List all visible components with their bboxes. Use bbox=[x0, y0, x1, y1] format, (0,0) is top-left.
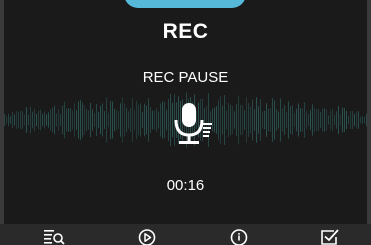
top-accent-tab bbox=[124, 0, 246, 8]
page-title: REC bbox=[162, 20, 209, 43]
play-icon bbox=[138, 229, 156, 245]
elapsed-timer: 00:16 bbox=[166, 177, 205, 194]
recording-list-button[interactable] bbox=[43, 228, 65, 245]
microphone-icon bbox=[174, 103, 212, 144]
info-icon bbox=[230, 229, 248, 245]
recording-status: REC PAUSE bbox=[142, 69, 229, 86]
checkbox-icon bbox=[321, 229, 339, 245]
play-button[interactable] bbox=[136, 228, 158, 245]
confirm-button[interactable] bbox=[319, 228, 341, 245]
info-button[interactable] bbox=[228, 228, 250, 245]
recording-list-icon bbox=[44, 230, 65, 245]
